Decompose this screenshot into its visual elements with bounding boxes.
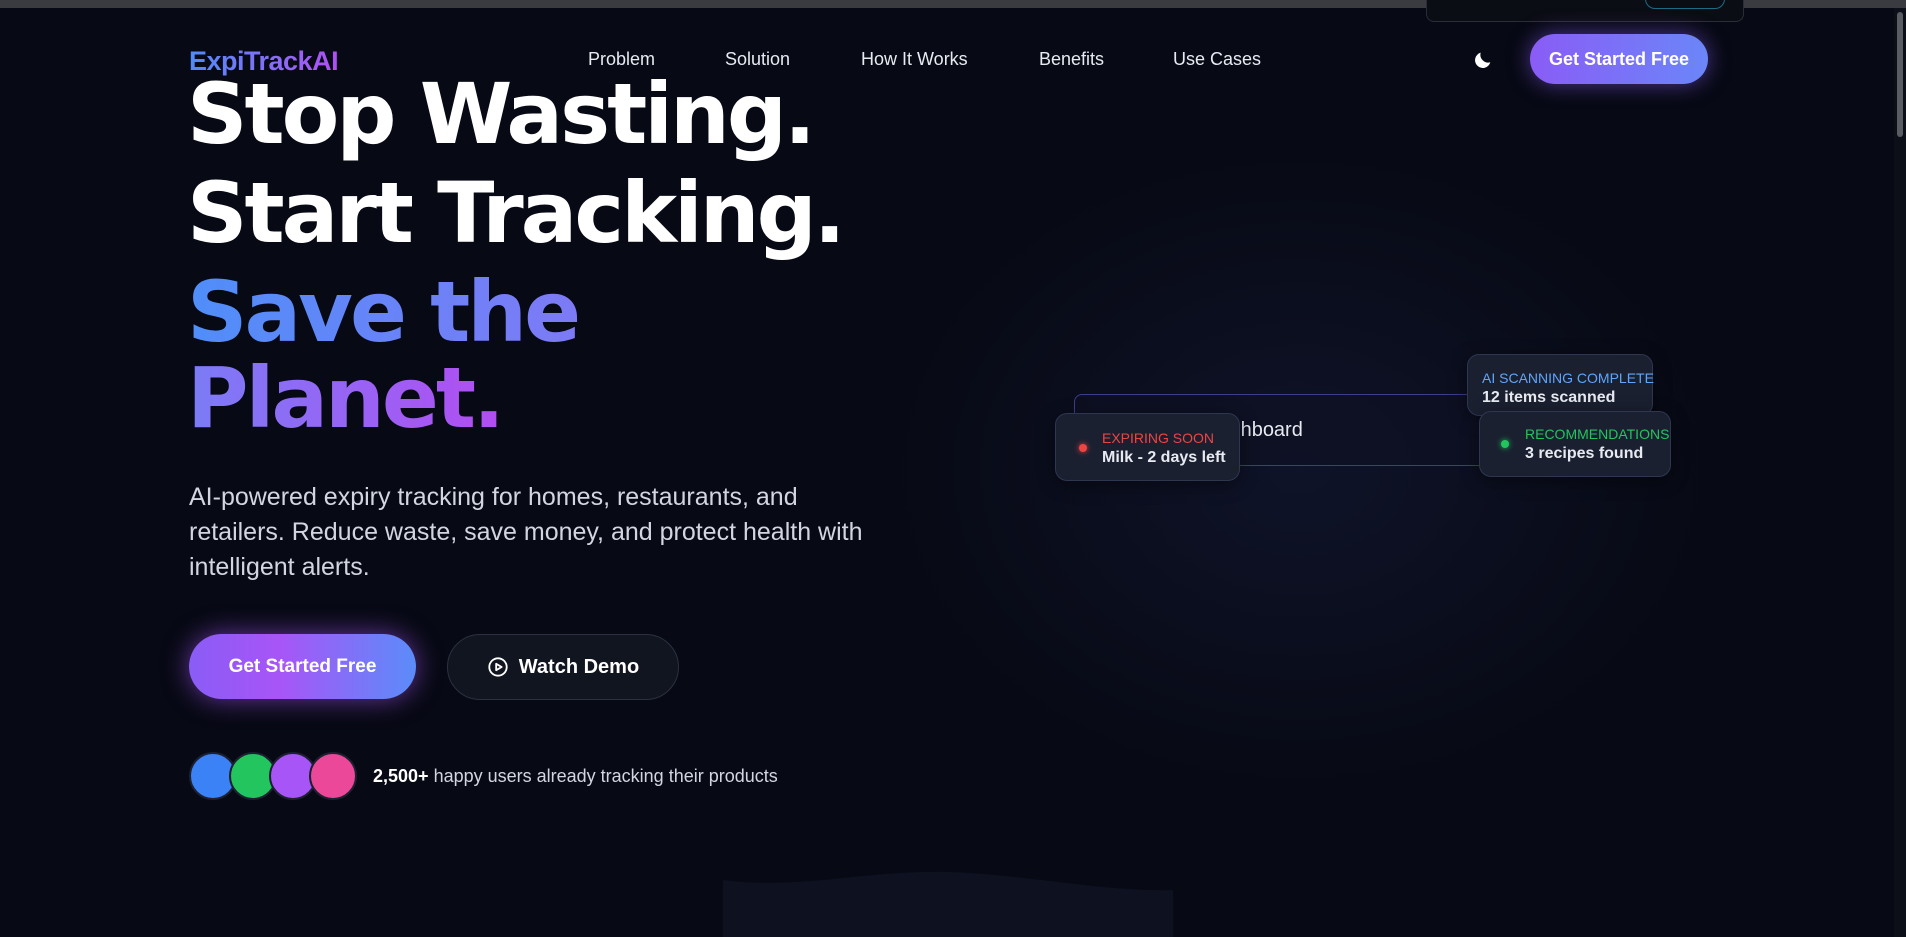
card-value: 3 recipes found <box>1525 445 1644 462</box>
expiring-soon-card: EXPIRING SOON Milk - 2 days left <box>1055 413 1240 481</box>
card-value: 12 items scanned <box>1482 389 1616 406</box>
hero-headline-line-1: Stop Wasting. <box>187 65 816 163</box>
nav-get-started-button[interactable]: Get Started Free <box>1530 34 1708 84</box>
nav-link-benefits[interactable]: Benefits <box>1039 49 1104 70</box>
watch-demo-label: Watch Demo <box>518 655 640 678</box>
page-scrollbar[interactable] <box>1894 8 1906 937</box>
popover-button[interactable] <box>1645 0 1725 9</box>
card-title: RECOMMENDATIONS <box>1525 426 1670 442</box>
card-title: EXPIRING SOON <box>1102 430 1215 446</box>
nav-link-how-it-works[interactable]: How It Works <box>861 49 968 70</box>
avatar <box>309 752 357 800</box>
decorative-wave <box>723 871 1173 937</box>
scrollbar-thumb[interactable] <box>1897 12 1903 137</box>
user-count: 2,500+ <box>373 766 429 786</box>
hero-subtitle: AI-powered expiry tracking for homes, re… <box>189 483 863 581</box>
moon-icon <box>1475 52 1491 68</box>
card-title: AI SCANNING COMPLETE <box>1482 370 1654 386</box>
nav-link-use-cases[interactable]: Use Cases <box>1173 49 1261 70</box>
watch-demo-button[interactable]: Watch Demo <box>447 634 679 700</box>
popover-fragment <box>1426 0 1744 22</box>
hero-headline-line-4: Planet. <box>187 349 505 447</box>
ai-scanning-card: AI SCANNING COMPLETE 12 items scanned <box>1467 354 1654 416</box>
alert-dot-icon <box>1079 444 1087 452</box>
social-proof-label: happy users already tracking their produ… <box>428 766 778 786</box>
social-proof-text: 2,500+ happy users already tracking thei… <box>373 766 778 787</box>
recommendations-card: RECOMMENDATIONS 3 recipes found <box>1479 411 1671 477</box>
card-value: Milk - 2 days left <box>1102 449 1226 466</box>
play-circle-icon <box>488 657 508 677</box>
hero-headline-line-2: Start Tracking. <box>187 164 846 262</box>
theme-toggle-button[interactable] <box>1470 47 1496 73</box>
hero-get-started-button[interactable]: Get Started Free <box>189 634 416 699</box>
hero-headline-line-3: Save the <box>187 263 581 361</box>
status-dot-icon <box>1501 440 1509 448</box>
